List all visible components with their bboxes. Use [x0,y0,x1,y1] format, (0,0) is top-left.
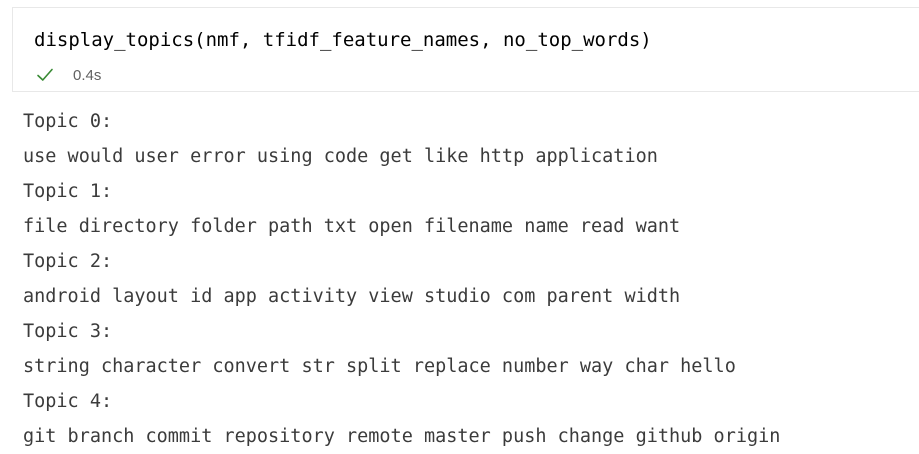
output-line: Topic 4: [23,391,113,412]
execution-status: 0.4s [35,65,101,85]
output-line: Topic 2: [23,251,113,272]
check-icon [35,65,55,85]
code-editor-line[interactable]: display_topics(nmf, tfidf_feature_names,… [34,28,652,52]
output-line: string character convert str split repla… [23,356,736,377]
cell-output: Topic 0: use would user error using code… [23,104,903,454]
output-line: use would user error using code get like… [23,146,658,167]
output-line: Topic 3: [23,321,113,342]
code-cell[interactable]: display_topics(nmf, tfidf_feature_names,… [12,7,919,92]
output-line: file directory folder path txt open file… [23,216,681,237]
output-line: android layout id app activity view stud… [23,286,681,307]
output-line: Topic 0: [23,111,113,132]
output-line: Topic 1: [23,181,113,202]
execution-time: 0.4s [73,66,102,84]
output-line: git branch commit repository remote mast… [23,426,781,447]
